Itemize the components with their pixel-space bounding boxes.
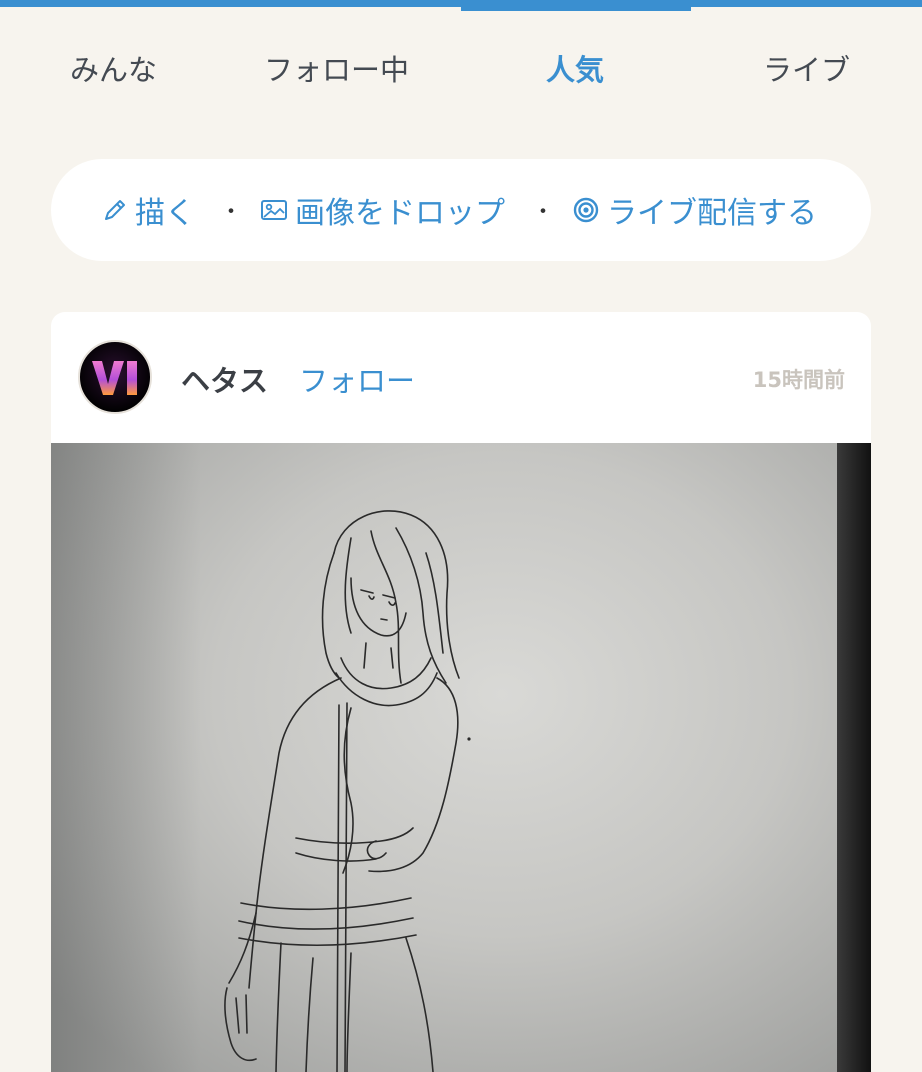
separator: ・: [220, 200, 243, 225]
post-header: ヘタス フォロー 15時間前: [51, 312, 871, 443]
post-actions-bar: 描く ・ 画像をドロップ ・ ライブ配信する: [51, 159, 871, 261]
sketch-drawing: [224, 510, 471, 1072]
post-timestamp: 15時間前: [752, 368, 845, 392]
tab-popular[interactable]: 人気: [546, 47, 604, 89]
pencil-icon: [101, 196, 129, 224]
avatar[interactable]: [78, 340, 152, 414]
broadcast-icon: [571, 195, 601, 225]
live-broadcast-button[interactable]: ライブ配信する: [571, 159, 817, 261]
draw-button[interactable]: 描く: [101, 159, 195, 261]
drop-image-button[interactable]: 画像をドロップ: [259, 159, 505, 261]
live-broadcast-label: ライブ配信する: [607, 196, 817, 231]
tab-live[interactable]: ライブ: [763, 47, 850, 89]
feed-tabs: みんな フォロー中 人気 ライブ: [0, 7, 922, 117]
draw-label: 描く: [135, 196, 195, 231]
avatar-logo-icon: [92, 361, 137, 395]
post-card: ヘタス フォロー 15時間前: [51, 312, 871, 1072]
tab-following[interactable]: フォロー中: [264, 47, 409, 89]
tab-everyone[interactable]: みんな: [70, 47, 157, 89]
follow-button[interactable]: フォロー: [299, 358, 415, 400]
separator: ・: [532, 200, 555, 225]
post-image[interactable]: [51, 443, 871, 1072]
image-icon: [259, 196, 289, 224]
active-tab-indicator: [461, 7, 691, 11]
top-accent-bar: [0, 0, 922, 7]
post-username[interactable]: ヘタス: [181, 358, 268, 400]
drop-image-label: 画像をドロップ: [295, 196, 505, 231]
